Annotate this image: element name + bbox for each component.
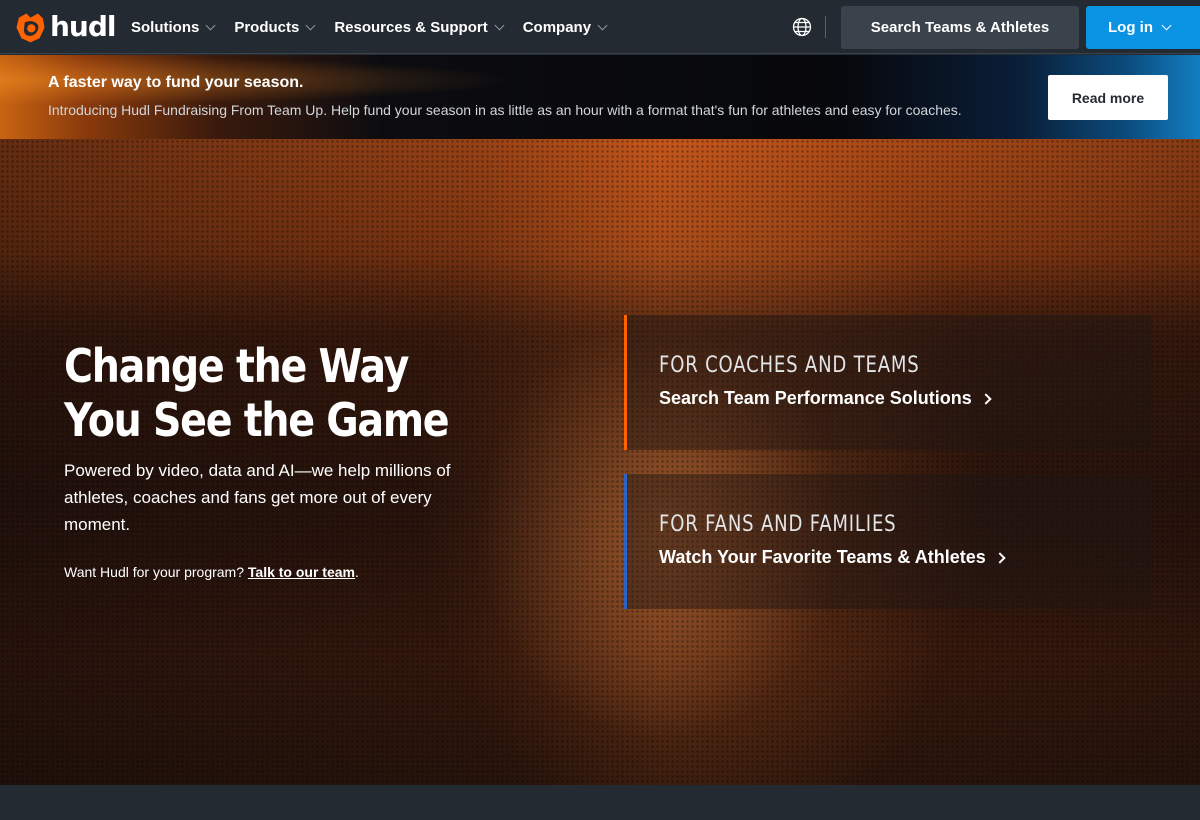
promo-banner: A faster way to fund your season. Introd… <box>0 55 1200 139</box>
nav-solutions[interactable]: Solutions <box>131 18 216 36</box>
nav-divider <box>825 16 826 38</box>
hudl-logo-icon <box>16 12 45 42</box>
hero-title-line-2: You See the Game <box>64 393 450 447</box>
brand-wordmark: hudl <box>50 10 117 43</box>
nav-resources-support[interactable]: Resources & Support <box>334 18 505 36</box>
cta-suffix: . <box>354 564 359 580</box>
talk-to-team-link[interactable]: Talk to our team <box>248 564 355 580</box>
page-footer-strip <box>0 785 1200 820</box>
read-more-button[interactable]: Read more <box>1048 75 1168 120</box>
fans-families-card[interactable]: FOR FANS AND FAMILIES Watch Your Favorit… <box>624 474 1152 609</box>
chevron-right-icon <box>994 551 1006 564</box>
chevron-down-icon <box>494 20 505 30</box>
chevron-down-icon <box>597 20 608 30</box>
chevron-down-icon <box>305 20 316 30</box>
coaches-teams-card[interactable]: FOR COACHES AND TEAMS Search Team Perfor… <box>624 315 1152 450</box>
card-link[interactable]: Watch Your Favorite Teams & Athletes <box>659 547 1006 568</box>
cta-prefix: Want Hudl for your program? <box>64 564 248 580</box>
card-eyebrow: FOR FANS AND FAMILIES <box>659 512 897 537</box>
hero-title: Change the Way You See the Game <box>64 339 460 447</box>
nav-company-label: Company <box>522 18 592 36</box>
globe-icon[interactable] <box>792 17 812 37</box>
card-eyebrow: FOR COACHES AND TEAMS <box>659 353 920 378</box>
top-navigation: hudl Solutions Products Resources & Supp… <box>0 0 1200 54</box>
nav-products[interactable]: Products <box>234 18 316 36</box>
nav-company[interactable]: Company <box>522 18 608 36</box>
nav-products-label: Products <box>234 18 300 36</box>
chevron-down-icon <box>205 20 216 30</box>
card-link-label: Watch Your Favorite Teams & Athletes <box>659 547 986 567</box>
nav-resources-label: Resources & Support <box>334 18 488 36</box>
search-teams-athletes-button[interactable]: Search Teams & Athletes <box>841 6 1079 49</box>
banner-title: A faster way to fund your season. <box>48 74 304 91</box>
login-label: Log in <box>1108 19 1153 36</box>
hero-subtitle: Powered by video, data and AI—we help mi… <box>64 461 451 534</box>
hudl-logo[interactable]: hudl <box>14 10 117 44</box>
login-button[interactable]: Log in <box>1086 6 1200 49</box>
main-menu: Solutions Products Resources & Support C… <box>131 0 608 54</box>
hero-title-line-1: Change the Way <box>64 339 409 393</box>
card-link[interactable]: Search Team Performance Solutions <box>659 388 992 409</box>
banner-text: Introducing Hudl Fundraising From Team U… <box>48 102 962 118</box>
hero-cta-text: Want Hudl for your program? Talk to our … <box>64 564 359 580</box>
chevron-down-icon <box>1161 20 1172 31</box>
chevron-right-icon <box>980 392 992 405</box>
nav-solutions-label: Solutions <box>131 18 200 36</box>
card-link-label: Search Team Performance Solutions <box>659 388 972 408</box>
hero-section: Change the Way You See the Game Powered … <box>0 139 1200 785</box>
